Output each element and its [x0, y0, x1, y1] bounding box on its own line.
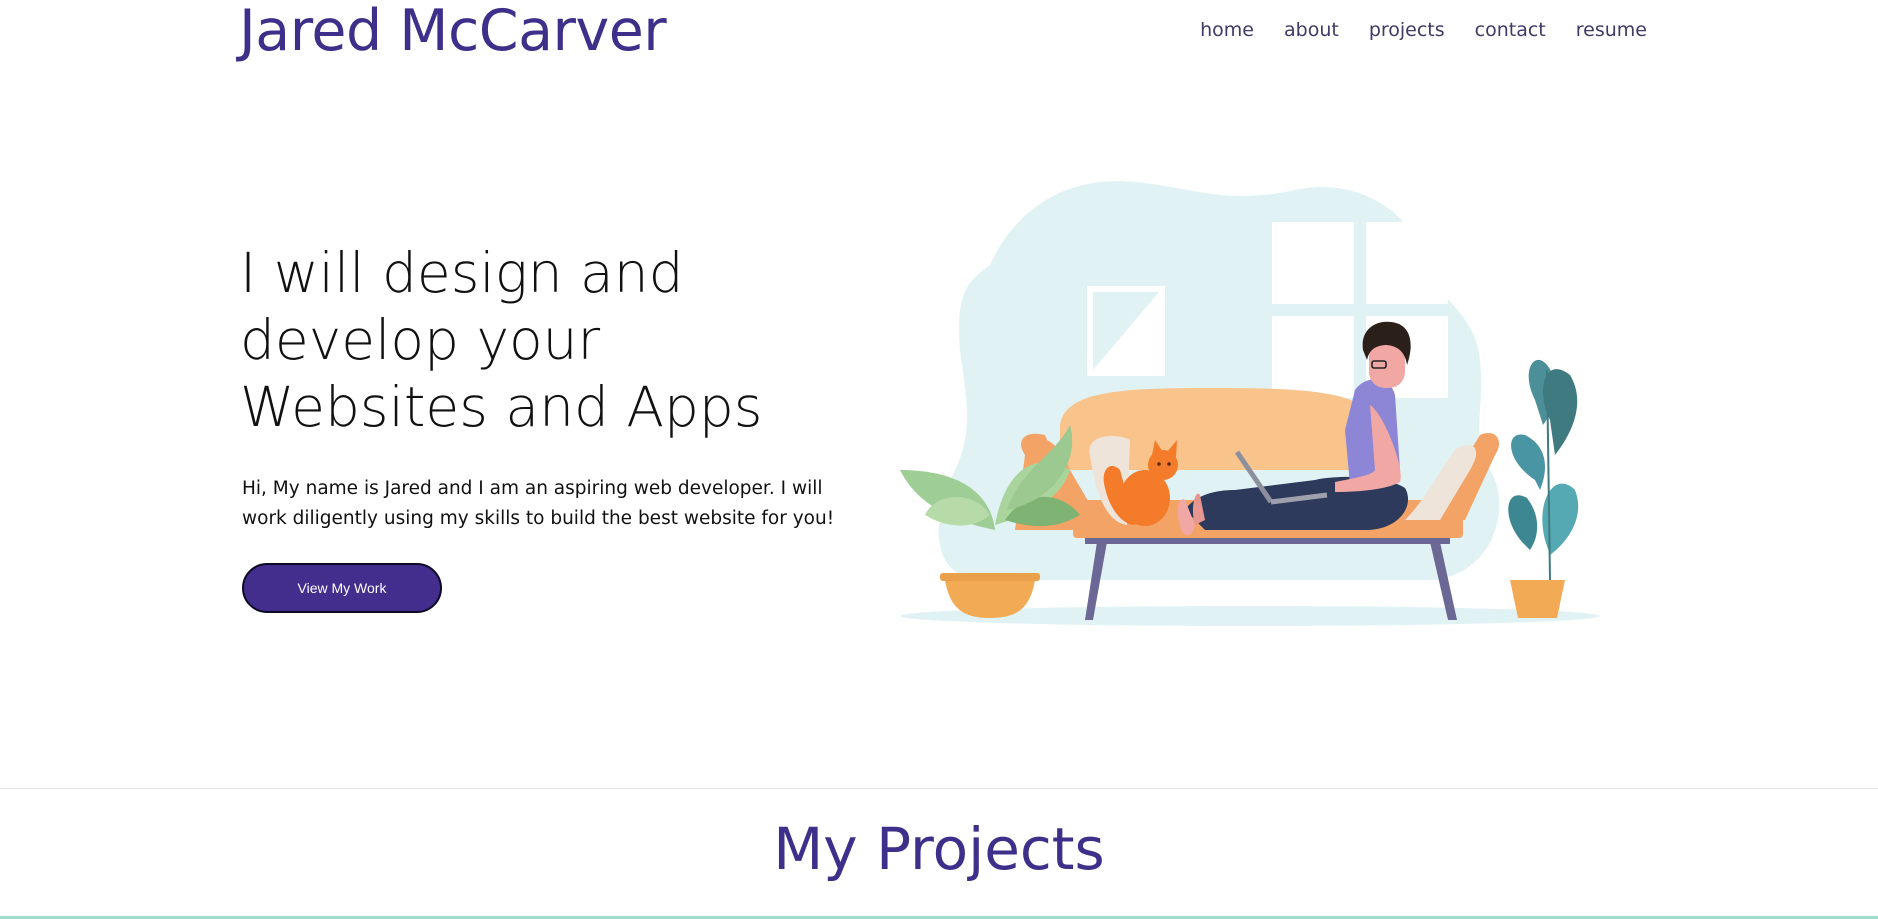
- hero-intro-line: Hi, My name is Jared and I am an aspirin…: [242, 478, 823, 499]
- nav-contact[interactable]: contact: [1475, 19, 1546, 41]
- hero-heading: I will design and develop your Websites …: [240, 240, 800, 441]
- nav-about[interactable]: about: [1284, 19, 1339, 41]
- hero-intro-text: Hi, My name is Jared and I am an aspirin…: [242, 474, 835, 534]
- view-my-work-button[interactable]: View My Work: [242, 563, 442, 613]
- hero-intro-line: work diligently using my skills to build…: [242, 508, 835, 529]
- site-header: Jared McCarver home about projects conta…: [0, 0, 1878, 70]
- person-on-sofa-illustration: [900, 181, 1600, 626]
- nav-projects[interactable]: projects: [1369, 19, 1445, 41]
- hero-heading-line: develop your: [240, 308, 601, 372]
- site-logo[interactable]: Jared McCarver: [239, 0, 667, 64]
- nav-resume[interactable]: resume: [1576, 19, 1647, 41]
- nav-home[interactable]: home: [1200, 19, 1254, 41]
- hero-heading-line: Websites and Apps: [240, 375, 763, 439]
- right-plant: [1508, 359, 1579, 618]
- section-divider: [0, 788, 1878, 789]
- main-nav: home about projects contact resume: [1200, 19, 1647, 41]
- projects-section-title: My Projects: [773, 815, 1105, 883]
- hero-heading-line: I will design and: [240, 241, 684, 305]
